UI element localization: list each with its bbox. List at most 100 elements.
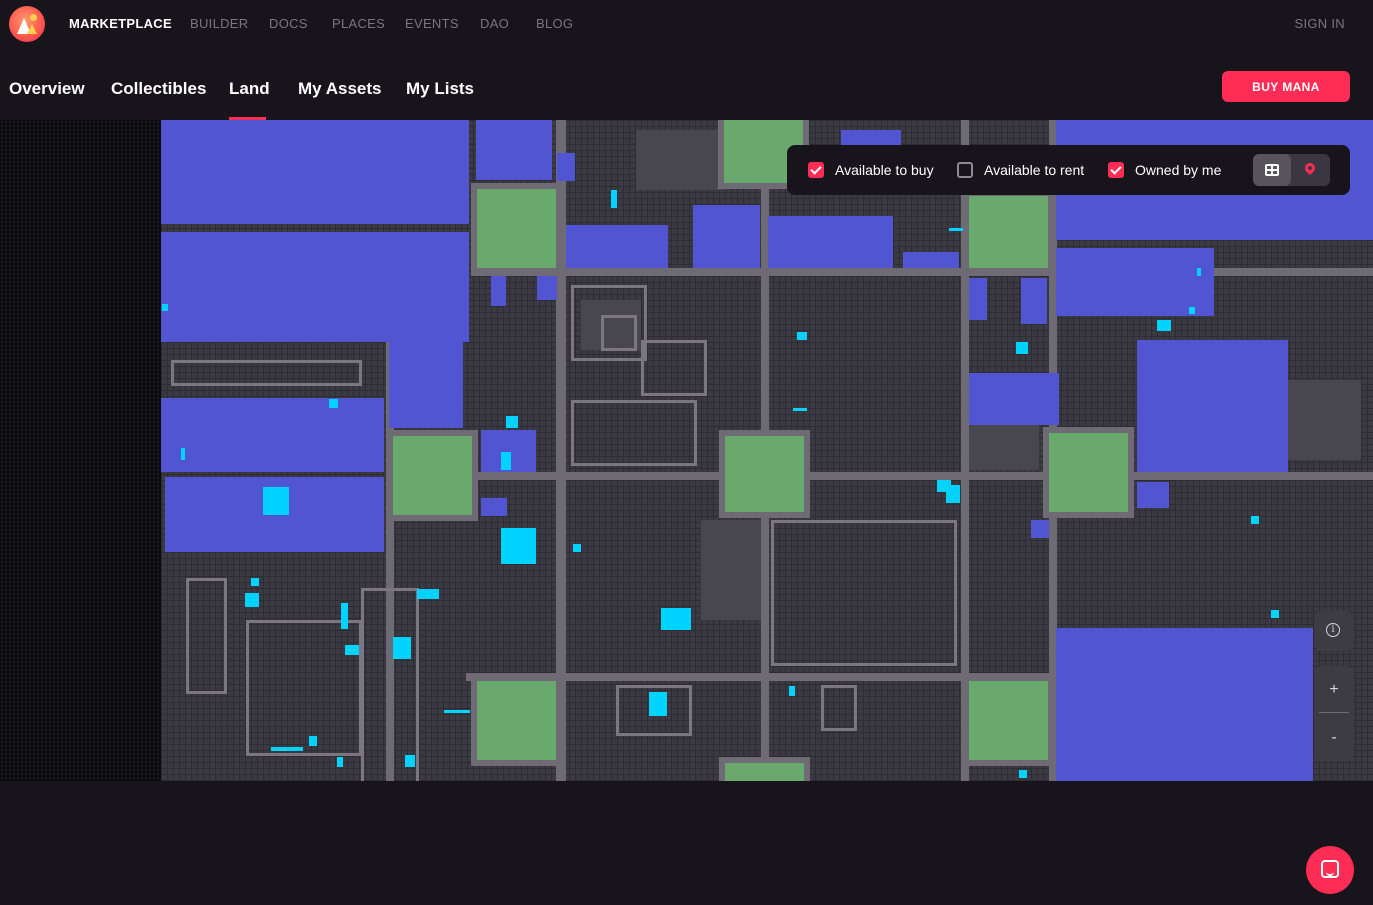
estate [557, 153, 575, 181]
plaza [477, 189, 556, 268]
land-map[interactable] [161, 120, 1373, 781]
nav-blog[interactable]: BLOG [536, 16, 573, 31]
buy-mana-button[interactable]: BUY MANA [1222, 71, 1350, 102]
available-to-rent-label: Available to rent [984, 162, 1085, 178]
road [471, 268, 1373, 276]
tab-collectibles[interactable]: Collectibles [111, 79, 206, 99]
parcel-for-sale[interactable] [1271, 610, 1279, 618]
zoom-in-button[interactable]: + [1314, 666, 1354, 713]
zoom-out-button[interactable]: - [1314, 714, 1354, 761]
estate [481, 498, 507, 516]
parcel-for-sale[interactable] [789, 686, 795, 696]
estate [1056, 248, 1214, 316]
marketplace-tabs: Overview Collectibles Land My Assets My … [0, 48, 1373, 120]
plaza [725, 763, 804, 781]
parcel-for-sale[interactable] [181, 448, 185, 460]
estate [1021, 278, 1047, 324]
estate [389, 342, 463, 428]
parcel-block [636, 130, 726, 190]
plaza [969, 681, 1048, 760]
parcel-block [969, 425, 1039, 470]
nav-dao[interactable]: DAO [480, 16, 509, 31]
parcel-block [701, 520, 761, 620]
parcel-for-sale[interactable] [417, 589, 439, 599]
owned-by-me-checkbox[interactable] [1108, 162, 1124, 178]
estate [1031, 520, 1049, 538]
tab-overview[interactable]: Overview [9, 79, 85, 99]
parcel-for-sale[interactable] [329, 399, 338, 408]
parcel-for-sale[interactable] [506, 416, 518, 428]
filter-owned-by-me[interactable]: Owned by me [1108, 161, 1221, 179]
parcel-for-sale[interactable] [263, 487, 289, 515]
parcel-for-sale[interactable] [661, 608, 691, 630]
available-to-buy-checkbox[interactable] [808, 162, 824, 178]
zoom-controls: + - [1314, 666, 1354, 761]
top-navbar: MARKETPLACE BUILDER DOCS PLACES EVENTS D… [0, 0, 1373, 48]
road-maze [641, 340, 707, 396]
parcel-for-sale[interactable] [501, 452, 511, 470]
road-maze [186, 578, 227, 694]
road-maze [771, 520, 957, 666]
map-info-button[interactable]: i [1314, 611, 1354, 651]
parcel-for-sale[interactable] [793, 408, 807, 411]
estate [491, 276, 506, 306]
nav-marketplace[interactable]: MARKETPLACE [69, 16, 172, 31]
parcel-for-sale[interactable] [937, 480, 951, 492]
nav-builder[interactable]: BUILDER [190, 16, 248, 31]
nav-events[interactable]: EVENTS [405, 16, 459, 31]
road-maze [571, 400, 697, 466]
zoom-divider [1319, 712, 1349, 713]
plaza [477, 681, 556, 760]
parcel-for-sale[interactable] [1197, 268, 1201, 276]
parcel-for-sale[interactable] [649, 692, 667, 716]
parcel-for-sale[interactable] [444, 710, 470, 713]
road [386, 472, 1373, 480]
nav-places[interactable]: PLACES [332, 16, 385, 31]
parcel-for-sale[interactable] [1019, 770, 1027, 778]
parcel-for-sale[interactable] [341, 603, 348, 629]
parcel-for-sale[interactable] [797, 332, 807, 340]
grid-icon [1265, 164, 1279, 176]
grid-view-button[interactable] [1253, 154, 1291, 186]
sign-in-link[interactable]: SIGN IN [1295, 16, 1346, 31]
available-to-rent-checkbox[interactable] [957, 162, 973, 178]
parcel-for-sale[interactable] [611, 190, 617, 208]
parcel-for-sale[interactable] [501, 552, 509, 564]
parcel-for-sale[interactable] [309, 736, 317, 746]
estate [693, 205, 760, 268]
parcel-for-sale[interactable] [1016, 342, 1028, 354]
road-maze [601, 315, 637, 351]
parcel-for-sale[interactable] [337, 757, 343, 767]
estate [969, 373, 1059, 425]
owned-by-me-label: Owned by me [1135, 162, 1222, 178]
road [961, 120, 969, 781]
estate [969, 278, 987, 320]
parcel-for-sale[interactable] [271, 747, 303, 751]
decentraland-logo-icon[interactable] [9, 6, 45, 42]
filter-available-to-rent[interactable]: Available to rent [957, 161, 1084, 179]
parcel-for-sale[interactable] [573, 544, 581, 552]
parcel-for-sale[interactable] [1157, 320, 1171, 331]
road-maze [821, 685, 857, 731]
tab-my-assets[interactable]: My Assets [298, 79, 381, 99]
filter-available-to-buy[interactable]: Available to buy [808, 161, 934, 179]
nav-docs[interactable]: DOCS [269, 16, 308, 31]
parcel-for-sale[interactable] [1251, 516, 1259, 524]
road [466, 673, 1066, 681]
road-maze [246, 620, 362, 756]
parcel-for-sale[interactable] [405, 755, 415, 767]
parcel-for-sale[interactable] [1189, 307, 1195, 314]
support-chat-button[interactable] [1306, 846, 1354, 894]
parcel-for-sale[interactable] [251, 578, 259, 586]
tab-my-lists[interactable]: My Lists [406, 79, 474, 99]
parcel-for-sale[interactable] [345, 645, 359, 655]
parcel-for-sale[interactable] [245, 593, 259, 607]
pin-view-button[interactable] [1292, 154, 1330, 186]
parcel-for-sale[interactable] [949, 228, 963, 231]
parcel-for-sale[interactable] [162, 304, 168, 311]
estate [161, 398, 384, 472]
tab-land[interactable]: Land [229, 79, 270, 99]
estate [161, 232, 469, 342]
estate [768, 216, 893, 268]
parcel-for-sale[interactable] [393, 637, 411, 659]
